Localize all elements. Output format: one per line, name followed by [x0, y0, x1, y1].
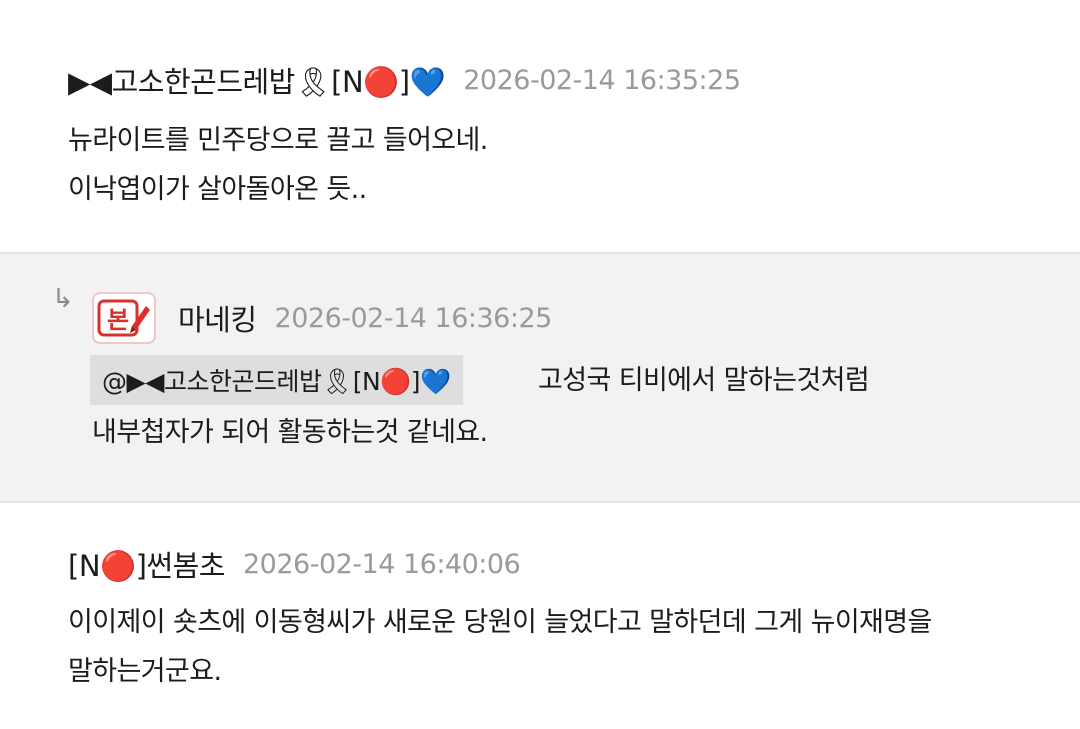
author-nickname[interactable]: ▶◀고소한곤드레밥🎗[N🔴]💙 [68, 59, 446, 101]
comment-text-line: 이이제이 숏츠에 이동형씨가 새로운 당원이 늘었다고 말하던데 그게 뉴이재명… [68, 607, 932, 638]
comment-text-line: 이낙엽이가 살아돌아온 듯.. [68, 174, 367, 205]
author-nickname[interactable]: [N🔴]썬봄초 [68, 543, 225, 585]
avatar-label: 본 [107, 306, 129, 334]
comment-text-line: 고성국 티비에서 말하는것처럼 [538, 365, 870, 396]
bon-badge-icon: 본 [97, 299, 150, 337]
comment-text-line: 뉴라이트를 민주당으로 끌고 들어오네. [68, 125, 488, 156]
comment-item: ▶◀고소한곤드레밥🎗[N🔴]💙 2026-02-14 16:35:25 뉴라이트… [0, 0, 1080, 254]
mention-tag[interactable]: @▶◀고소한곤드레밥🎗[N🔴]💙 [90, 355, 463, 405]
comment-text-line: 말하는거군요. [68, 656, 222, 687]
author-nickname[interactable]: 마네킹 [178, 297, 257, 339]
comment-header: ▶◀고소한곤드레밥🎗[N🔴]💙 2026-02-14 16:35:25 [68, 56, 741, 104]
comment-header: 마네킹 2026-02-14 16:36:25 [178, 294, 552, 342]
comment-body: 뉴라이트를 민주당으로 끌고 들어오네. 이낙엽이가 살아돌아온 듯.. [68, 116, 488, 214]
reply-arrow-icon: ↳ [52, 284, 74, 314]
comment-timestamp: 2026-02-14 16:40:06 [242, 548, 521, 580]
comment-text-line: 내부첩자가 되어 활동하는것 같네요. [92, 417, 488, 448]
comment-timestamp: 2026-02-14 16:35:25 [463, 64, 741, 96]
comment-header: [N🔴]썬봄초 2026-02-14 16:40:06 [68, 540, 521, 588]
comment-timestamp: 2026-02-14 16:36:25 [274, 302, 553, 334]
comment-body: 이이제이 숏츠에 이동형씨가 새로운 당원이 늘었다고 말하던데 그게 뉴이재명… [68, 598, 1058, 696]
avatar[interactable]: 본 [92, 292, 156, 344]
